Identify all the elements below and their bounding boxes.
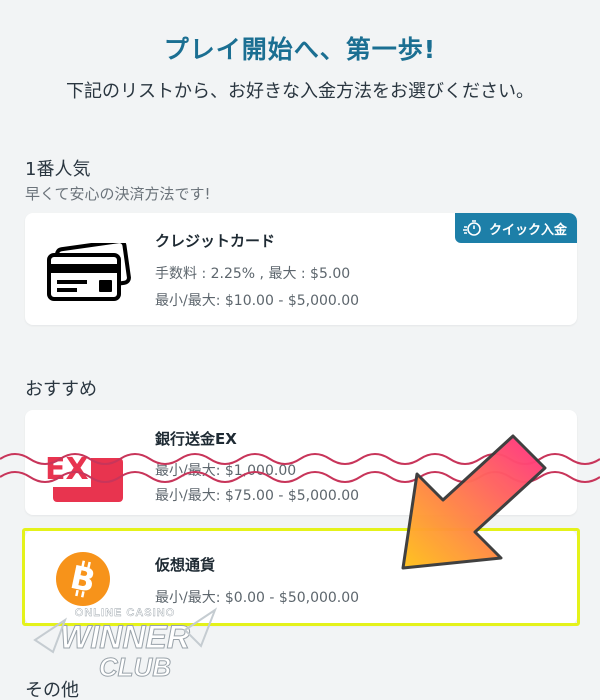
page-subtitle: 下記のリストから、お好きな入金方法をお選びください。 [66, 81, 534, 102]
pointing-arrow-icon [401, 434, 547, 570]
section-label-popular: 1番人気 [25, 159, 91, 180]
section-label-other: その他 [25, 680, 79, 700]
stopwatch-icon [462, 220, 481, 236]
svg-text:ONLINE CASINO: ONLINE CASINO [75, 607, 175, 619]
payment-option-credit-card[interactable]: クレジットカード 手数料 : 2.25% , 最大 : $5.00 最小/最大:… [25, 213, 577, 325]
credit-card-limits: 最小/最大: $10.00 - $5,000.00 [155, 293, 360, 309]
credit-card-fee: 手数料 : 2.25% , 最大 : $5.00 [155, 266, 351, 282]
section-description-popular: 早くて安心の決済方法です! [25, 185, 211, 203]
section-label-recommended: おすすめ [25, 379, 97, 400]
svg-text:WINNER: WINNER [60, 619, 190, 655]
quick-deposit-label: クイック入金 [488, 222, 567, 238]
quick-deposit-badge: クイック入金 [454, 213, 577, 243]
winner-club-watermark-logo: ONLINE CASINO WINNER CLUB [33, 607, 218, 680]
credit-card-name: クレジットカード [155, 232, 276, 250]
credit-card-icon [47, 243, 131, 301]
page-title: プレイ開始へ、第一歩! [163, 35, 437, 64]
svg-text:CLUB: CLUB [99, 652, 171, 680]
